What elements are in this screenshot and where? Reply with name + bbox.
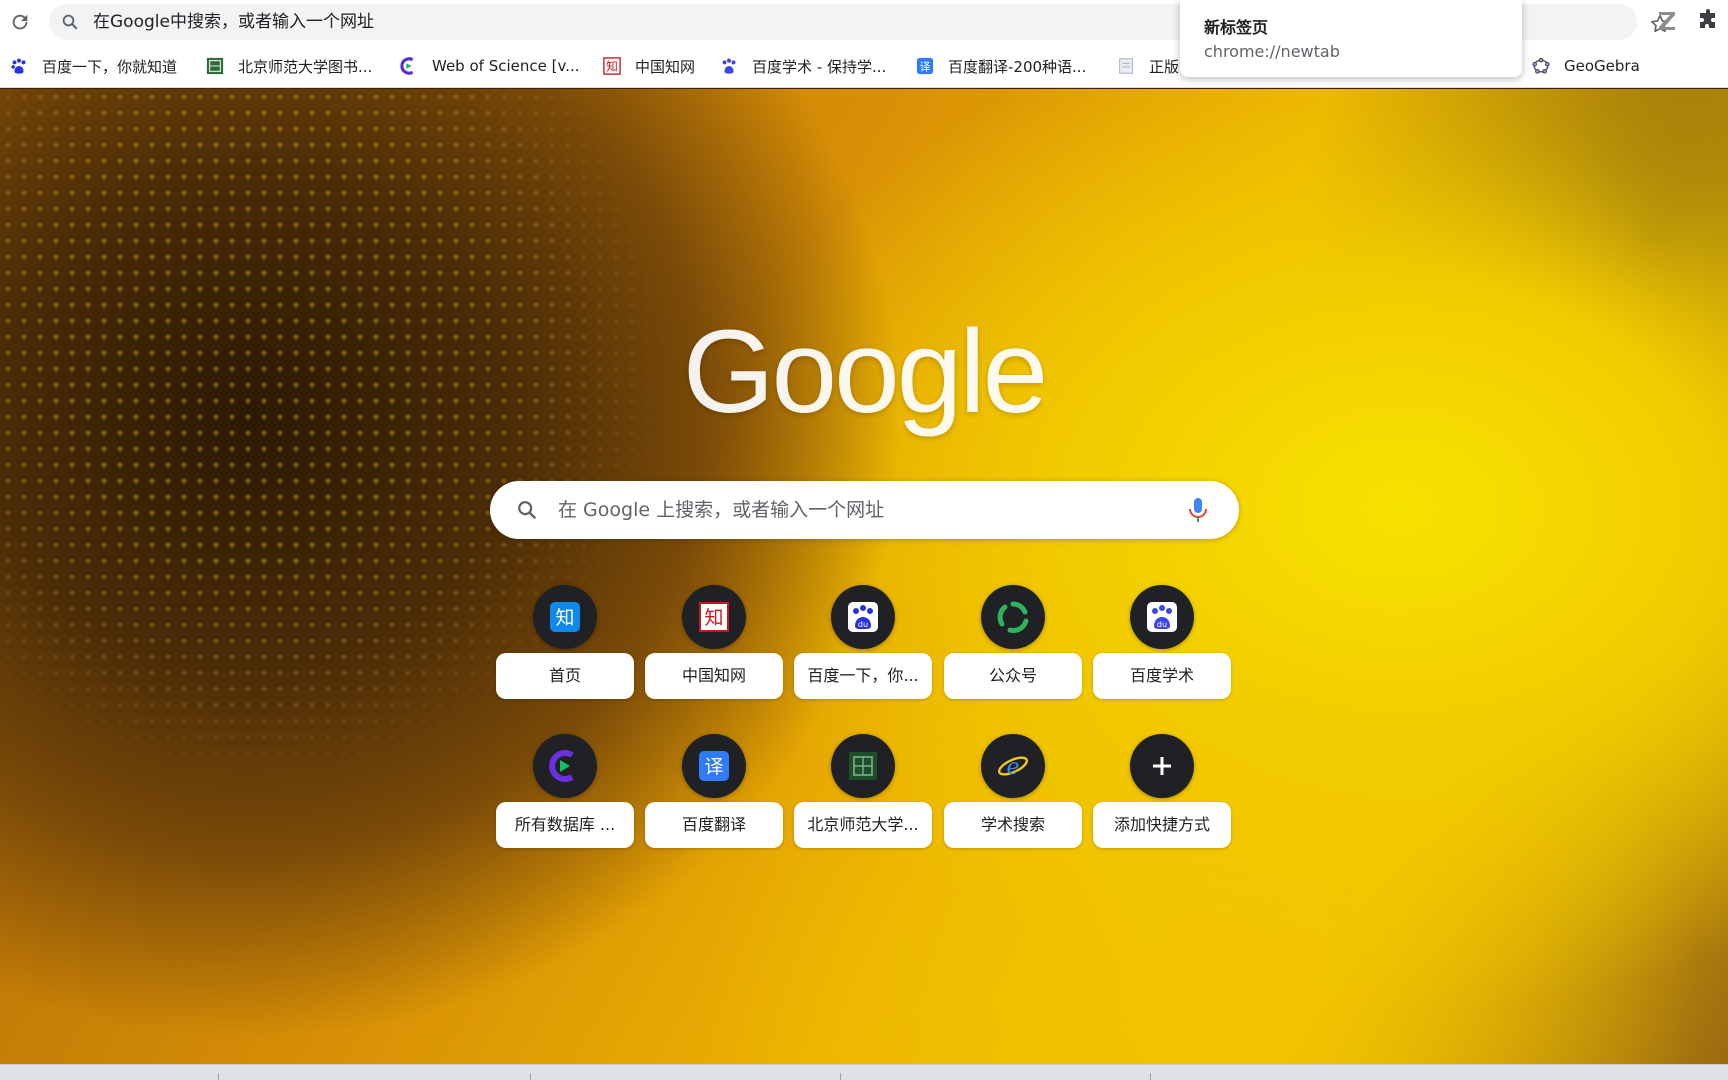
shortcut-label: 百度学术 bbox=[1093, 653, 1231, 699]
bookmark-label: Web of Science [v... bbox=[432, 57, 580, 75]
bookmark-label: 百度一下，你就知道 bbox=[42, 57, 178, 76]
bookmark-label: 中国知网 bbox=[635, 57, 696, 76]
strip-divider bbox=[530, 1073, 531, 1080]
baidu-translate-icon: 译 bbox=[916, 57, 934, 75]
cnki-icon: 知 bbox=[603, 57, 621, 75]
shortcut-tile[interactable]: 译 百度翻译 bbox=[645, 734, 783, 858]
search-placeholder[interactable]: 在 Google 上搜索，或者输入一个网址 bbox=[558, 481, 884, 539]
svg-text:du: du bbox=[1157, 620, 1167, 629]
bookmark-item[interactable]: GeoGebra bbox=[1532, 44, 1640, 88]
shortcut-tile[interactable]: 公众号 bbox=[944, 585, 1082, 709]
document-icon bbox=[1117, 57, 1135, 75]
tab-hover-url: chrome://newtab bbox=[1204, 42, 1340, 61]
shortcut-label: 首页 bbox=[496, 653, 634, 699]
bookmark-item[interactable]: 北京师范大学图书... bbox=[206, 44, 372, 88]
search-icon bbox=[516, 499, 538, 521]
shortcut-label: 百度一下，你... bbox=[794, 653, 932, 699]
wechat-public-icon bbox=[981, 585, 1045, 649]
svg-text:译: 译 bbox=[920, 61, 931, 74]
shortcut-label: 中国知网 bbox=[645, 653, 783, 699]
web-of-science-icon bbox=[400, 57, 418, 75]
web-of-science-icon bbox=[533, 734, 597, 798]
new-tab-page-background: Google 在 Google 上搜索，或者输入一个网址 知 首页 知 中国知网… bbox=[0, 89, 1728, 1064]
bookmark-item[interactable]: Web of Science [v... bbox=[400, 44, 579, 88]
shortcut-label: 学术搜索 bbox=[944, 802, 1082, 848]
shortcut-label: 添加快捷方式 bbox=[1093, 802, 1231, 848]
baidu-scholar-icon bbox=[720, 57, 738, 75]
tab-hover-card: 新标签页 chrome://newtab bbox=[1180, 0, 1522, 77]
svg-text:译: 译 bbox=[704, 756, 723, 778]
reload-icon[interactable] bbox=[6, 8, 34, 36]
shortcut-tile[interactable]: du 百度学术 bbox=[1093, 585, 1231, 709]
bookmark-label: 正版 bbox=[1149, 57, 1180, 76]
search-icon bbox=[61, 13, 79, 31]
google-search-box[interactable]: 在 Google 上搜索，或者输入一个网址 bbox=[490, 481, 1239, 539]
bookmark-item[interactable]: 百度一下，你就知道 bbox=[10, 44, 177, 88]
shortcut-tile[interactable]: 北京师范大学... bbox=[794, 734, 932, 858]
bookmark-label: 北京师范大学图书... bbox=[238, 57, 373, 76]
bookmark-label: 百度翻译-200种语... bbox=[948, 57, 1087, 76]
shortcut-tile[interactable]: du 百度一下，你... bbox=[794, 585, 932, 709]
microphone-icon[interactable] bbox=[1187, 496, 1209, 524]
bnu-library-icon bbox=[206, 57, 224, 75]
baidu-scholar-icon: du bbox=[1130, 585, 1194, 649]
shortcut-label: 所有数据库 ... bbox=[496, 802, 634, 848]
strip-divider bbox=[1150, 1073, 1151, 1080]
shortcut-label: 百度翻译 bbox=[645, 802, 783, 848]
extensions-puzzle-icon[interactable] bbox=[1696, 8, 1722, 34]
geogebra-icon bbox=[1532, 57, 1550, 75]
bookmark-label: 百度学术 - 保持学... bbox=[752, 57, 887, 76]
plus-icon bbox=[1130, 734, 1194, 798]
svg-text:e: e bbox=[1006, 755, 1019, 780]
bottom-strip bbox=[0, 1064, 1728, 1080]
svg-text:du: du bbox=[858, 620, 868, 629]
omnibox-placeholder[interactable]: 在Google中搜索，或者输入一个网址 bbox=[93, 4, 374, 40]
zhihu-icon: 知 bbox=[533, 585, 597, 649]
shortcut-tile[interactable]: 知 中国知网 bbox=[645, 585, 783, 709]
baidu-paw-icon: du bbox=[831, 585, 895, 649]
bnu-library-icon bbox=[831, 734, 895, 798]
shortcut-label: 公众号 bbox=[944, 653, 1082, 699]
bookmark-item[interactable]: 知 中国知网 bbox=[603, 44, 695, 88]
bookmark-label: GeoGebra bbox=[1564, 57, 1640, 75]
svg-text:知: 知 bbox=[704, 607, 723, 629]
strip-divider bbox=[840, 1073, 841, 1080]
strip-divider bbox=[218, 1073, 219, 1080]
shortcut-tile[interactable]: e 学术搜索 bbox=[944, 734, 1082, 858]
zotero-extension-icon[interactable] bbox=[1655, 9, 1679, 33]
bookmark-item[interactable]: 译 百度翻译-200种语... bbox=[916, 44, 1086, 88]
bookmark-item[interactable]: 正版 bbox=[1117, 44, 1179, 88]
shortcut-label: 北京师范大学... bbox=[794, 802, 932, 848]
ie-icon: e bbox=[981, 734, 1045, 798]
add-shortcut-tile[interactable]: 添加快捷方式 bbox=[1093, 734, 1231, 858]
shortcut-tile[interactable]: 知 首页 bbox=[496, 585, 634, 709]
google-logo: Google bbox=[682, 306, 1049, 438]
tab-hover-title: 新标签页 bbox=[1204, 18, 1269, 37]
svg-text:知: 知 bbox=[555, 607, 574, 629]
baidu-translate-icon: 译 bbox=[682, 734, 746, 798]
cnki-icon: 知 bbox=[682, 585, 746, 649]
shortcut-tile[interactable]: 所有数据库 ... bbox=[496, 734, 634, 858]
bookmark-item[interactable]: 百度学术 - 保持学... bbox=[720, 44, 886, 88]
svg-text:知: 知 bbox=[606, 60, 618, 74]
baidu-paw-icon bbox=[10, 57, 28, 75]
